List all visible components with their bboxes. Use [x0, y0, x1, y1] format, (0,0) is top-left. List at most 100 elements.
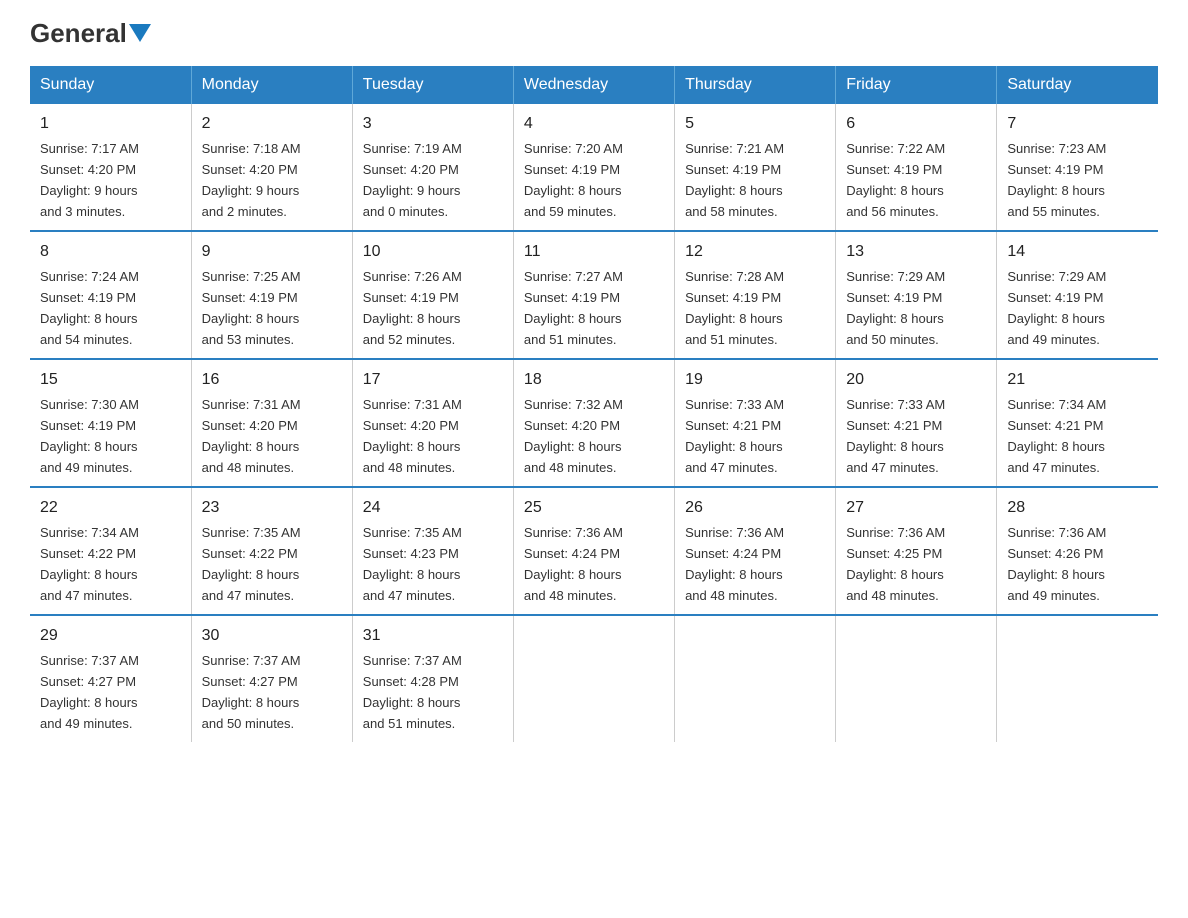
day-info: Sunrise: 7:37 AMSunset: 4:27 PMDaylight:…: [40, 653, 139, 731]
day-number: 5: [685, 112, 825, 136]
calendar-cell: 22 Sunrise: 7:34 AMSunset: 4:22 PMDaylig…: [30, 487, 191, 615]
calendar-week-row: 8 Sunrise: 7:24 AMSunset: 4:19 PMDayligh…: [30, 231, 1158, 359]
day-info: Sunrise: 7:32 AMSunset: 4:20 PMDaylight:…: [524, 397, 623, 475]
day-number: 27: [846, 496, 986, 520]
day-number: 18: [524, 368, 664, 392]
day-number: 24: [363, 496, 503, 520]
day-info: Sunrise: 7:25 AMSunset: 4:19 PMDaylight:…: [202, 269, 301, 347]
header-saturday: Saturday: [997, 66, 1158, 104]
day-info: Sunrise: 7:19 AMSunset: 4:20 PMDaylight:…: [363, 141, 462, 219]
calendar-cell: 6 Sunrise: 7:22 AMSunset: 4:19 PMDayligh…: [836, 104, 997, 231]
day-info: Sunrise: 7:24 AMSunset: 4:19 PMDaylight:…: [40, 269, 139, 347]
day-number: 8: [40, 240, 181, 264]
header-monday: Monday: [191, 66, 352, 104]
calendar-cell: 16 Sunrise: 7:31 AMSunset: 4:20 PMDaylig…: [191, 359, 352, 487]
calendar-cell: 20 Sunrise: 7:33 AMSunset: 4:21 PMDaylig…: [836, 359, 997, 487]
day-info: Sunrise: 7:31 AMSunset: 4:20 PMDaylight:…: [363, 397, 462, 475]
calendar-week-row: 22 Sunrise: 7:34 AMSunset: 4:22 PMDaylig…: [30, 487, 1158, 615]
calendar-cell: 10 Sunrise: 7:26 AMSunset: 4:19 PMDaylig…: [352, 231, 513, 359]
header-sunday: Sunday: [30, 66, 191, 104]
calendar-cell: 24 Sunrise: 7:35 AMSunset: 4:23 PMDaylig…: [352, 487, 513, 615]
day-info: Sunrise: 7:23 AMSunset: 4:19 PMDaylight:…: [1007, 141, 1106, 219]
day-number: 20: [846, 368, 986, 392]
day-info: Sunrise: 7:36 AMSunset: 4:24 PMDaylight:…: [524, 525, 623, 603]
calendar-cell: 14 Sunrise: 7:29 AMSunset: 4:19 PMDaylig…: [997, 231, 1158, 359]
calendar-cell: 28 Sunrise: 7:36 AMSunset: 4:26 PMDaylig…: [997, 487, 1158, 615]
calendar-header-row: SundayMondayTuesdayWednesdayThursdayFrid…: [30, 66, 1158, 104]
day-number: 6: [846, 112, 986, 136]
day-info: Sunrise: 7:31 AMSunset: 4:20 PMDaylight:…: [202, 397, 301, 475]
page-header: General: [30, 20, 1158, 46]
day-info: Sunrise: 7:28 AMSunset: 4:19 PMDaylight:…: [685, 269, 784, 347]
calendar-cell: 1 Sunrise: 7:17 AMSunset: 4:20 PMDayligh…: [30, 104, 191, 231]
calendar-cell: 15 Sunrise: 7:30 AMSunset: 4:19 PMDaylig…: [30, 359, 191, 487]
calendar-cell: 18 Sunrise: 7:32 AMSunset: 4:20 PMDaylig…: [513, 359, 674, 487]
day-info: Sunrise: 7:35 AMSunset: 4:23 PMDaylight:…: [363, 525, 462, 603]
day-info: Sunrise: 7:34 AMSunset: 4:22 PMDaylight:…: [40, 525, 139, 603]
calendar-cell: 31 Sunrise: 7:37 AMSunset: 4:28 PMDaylig…: [352, 615, 513, 742]
day-number: 13: [846, 240, 986, 264]
day-number: 15: [40, 368, 181, 392]
day-number: 31: [363, 624, 503, 648]
calendar-cell: 29 Sunrise: 7:37 AMSunset: 4:27 PMDaylig…: [30, 615, 191, 742]
calendar-cell: [675, 615, 836, 742]
calendar-cell: 17 Sunrise: 7:31 AMSunset: 4:20 PMDaylig…: [352, 359, 513, 487]
day-info: Sunrise: 7:27 AMSunset: 4:19 PMDaylight:…: [524, 269, 623, 347]
day-number: 7: [1007, 112, 1148, 136]
calendar-week-row: 29 Sunrise: 7:37 AMSunset: 4:27 PMDaylig…: [30, 615, 1158, 742]
day-info: Sunrise: 7:37 AMSunset: 4:28 PMDaylight:…: [363, 653, 462, 731]
calendar-cell: 27 Sunrise: 7:36 AMSunset: 4:25 PMDaylig…: [836, 487, 997, 615]
day-info: Sunrise: 7:21 AMSunset: 4:19 PMDaylight:…: [685, 141, 784, 219]
day-info: Sunrise: 7:33 AMSunset: 4:21 PMDaylight:…: [685, 397, 784, 475]
day-info: Sunrise: 7:36 AMSunset: 4:26 PMDaylight:…: [1007, 525, 1106, 603]
day-number: 9: [202, 240, 342, 264]
day-info: Sunrise: 7:17 AMSunset: 4:20 PMDaylight:…: [40, 141, 139, 219]
calendar-cell: 3 Sunrise: 7:19 AMSunset: 4:20 PMDayligh…: [352, 104, 513, 231]
day-number: 29: [40, 624, 181, 648]
day-info: Sunrise: 7:20 AMSunset: 4:19 PMDaylight:…: [524, 141, 623, 219]
day-number: 17: [363, 368, 503, 392]
header-thursday: Thursday: [675, 66, 836, 104]
logo: General: [30, 20, 151, 46]
day-number: 1: [40, 112, 181, 136]
calendar-cell: 19 Sunrise: 7:33 AMSunset: 4:21 PMDaylig…: [675, 359, 836, 487]
day-info: Sunrise: 7:29 AMSunset: 4:19 PMDaylight:…: [1007, 269, 1106, 347]
calendar-week-row: 1 Sunrise: 7:17 AMSunset: 4:20 PMDayligh…: [30, 104, 1158, 231]
day-number: 30: [202, 624, 342, 648]
day-info: Sunrise: 7:18 AMSunset: 4:20 PMDaylight:…: [202, 141, 301, 219]
calendar-cell: 7 Sunrise: 7:23 AMSunset: 4:19 PMDayligh…: [997, 104, 1158, 231]
calendar-cell: 13 Sunrise: 7:29 AMSunset: 4:19 PMDaylig…: [836, 231, 997, 359]
day-number: 4: [524, 112, 664, 136]
day-number: 28: [1007, 496, 1148, 520]
day-number: 2: [202, 112, 342, 136]
header-friday: Friday: [836, 66, 997, 104]
day-info: Sunrise: 7:29 AMSunset: 4:19 PMDaylight:…: [846, 269, 945, 347]
calendar-cell: 2 Sunrise: 7:18 AMSunset: 4:20 PMDayligh…: [191, 104, 352, 231]
calendar-cell: 9 Sunrise: 7:25 AMSunset: 4:19 PMDayligh…: [191, 231, 352, 359]
calendar-cell: 23 Sunrise: 7:35 AMSunset: 4:22 PMDaylig…: [191, 487, 352, 615]
day-number: 3: [363, 112, 503, 136]
day-number: 14: [1007, 240, 1148, 264]
calendar-week-row: 15 Sunrise: 7:30 AMSunset: 4:19 PMDaylig…: [30, 359, 1158, 487]
calendar-cell: 25 Sunrise: 7:36 AMSunset: 4:24 PMDaylig…: [513, 487, 674, 615]
calendar-cell: 11 Sunrise: 7:27 AMSunset: 4:19 PMDaylig…: [513, 231, 674, 359]
logo-triangle-icon: [129, 24, 151, 42]
calendar-cell: 4 Sunrise: 7:20 AMSunset: 4:19 PMDayligh…: [513, 104, 674, 231]
calendar-cell: 12 Sunrise: 7:28 AMSunset: 4:19 PMDaylig…: [675, 231, 836, 359]
logo-text-general: General: [30, 20, 127, 46]
day-number: 19: [685, 368, 825, 392]
calendar-cell: 8 Sunrise: 7:24 AMSunset: 4:19 PMDayligh…: [30, 231, 191, 359]
calendar-cell: [513, 615, 674, 742]
day-number: 16: [202, 368, 342, 392]
day-number: 23: [202, 496, 342, 520]
day-info: Sunrise: 7:34 AMSunset: 4:21 PMDaylight:…: [1007, 397, 1106, 475]
day-number: 25: [524, 496, 664, 520]
header-tuesday: Tuesday: [352, 66, 513, 104]
day-info: Sunrise: 7:36 AMSunset: 4:24 PMDaylight:…: [685, 525, 784, 603]
day-number: 26: [685, 496, 825, 520]
calendar-cell: 21 Sunrise: 7:34 AMSunset: 4:21 PMDaylig…: [997, 359, 1158, 487]
day-info: Sunrise: 7:35 AMSunset: 4:22 PMDaylight:…: [202, 525, 301, 603]
day-info: Sunrise: 7:33 AMSunset: 4:21 PMDaylight:…: [846, 397, 945, 475]
day-number: 12: [685, 240, 825, 264]
day-number: 11: [524, 240, 664, 264]
